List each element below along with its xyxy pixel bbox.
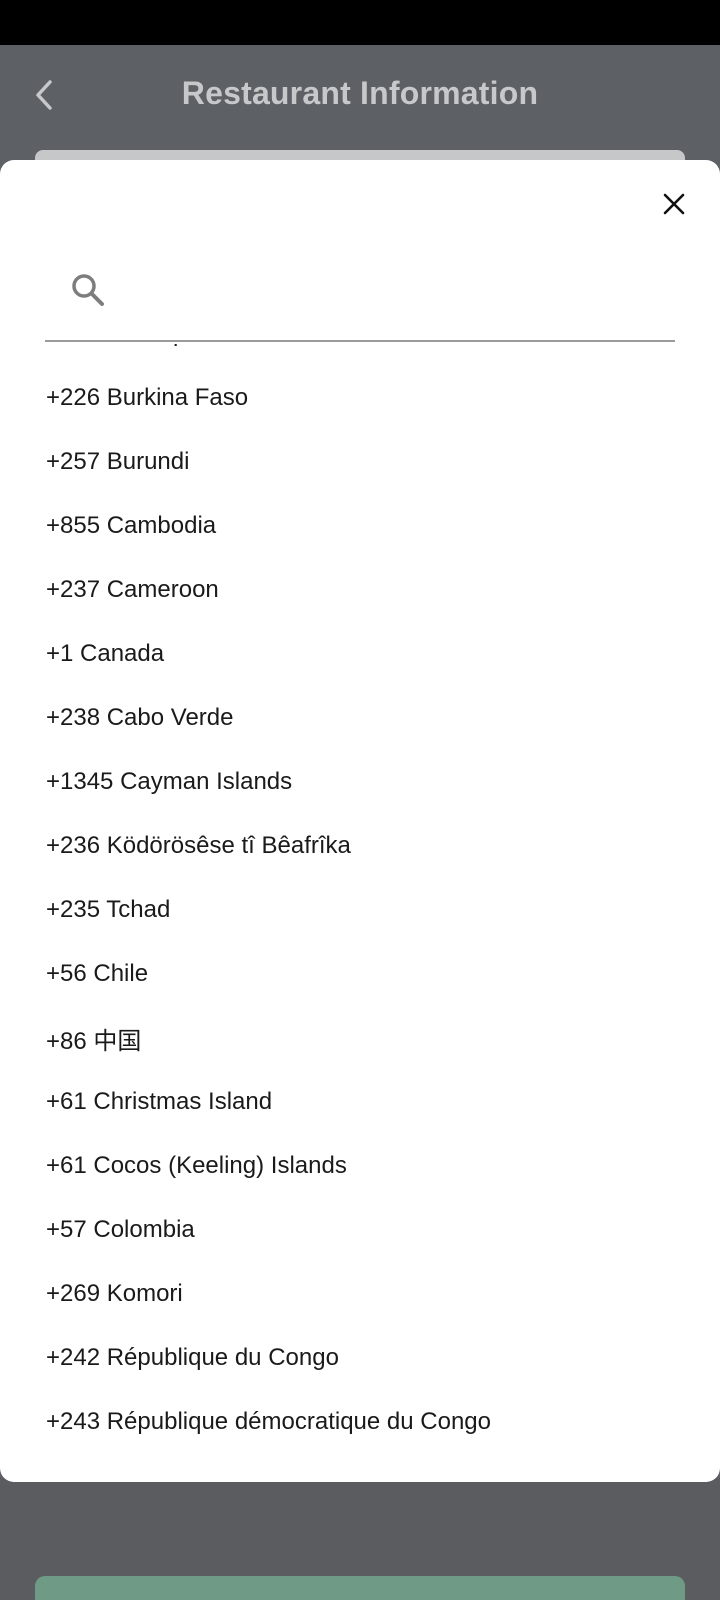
- country-list-item[interactable]: +235 Tchad: [0, 878, 720, 942]
- country-list-item[interactable]: +86 中国: [0, 1006, 720, 1070]
- app-header: Restaurant Information: [0, 45, 720, 155]
- country-list-item[interactable]: +226 Burkina Faso: [0, 366, 720, 430]
- country-list-item[interactable]: +237 Cameroon: [0, 558, 720, 622]
- country-list-item[interactable]: +57 Colombia: [0, 1198, 720, 1262]
- country-list-item[interactable]: +269 Komori: [0, 1262, 720, 1326]
- country-list-item[interactable]: +257 Burundi: [0, 430, 720, 494]
- country-list-item[interactable]: +243 République démocratique du Congo: [0, 1390, 720, 1454]
- country-list-item[interactable]: +61 Christmas Island: [0, 1070, 720, 1134]
- status-bar: [0, 0, 720, 45]
- close-icon: [663, 193, 685, 215]
- country-list-item[interactable]: +56 Chile: [0, 942, 720, 1006]
- country-list-item[interactable]: +236 Ködörösêse tî Bêafrîka: [0, 814, 720, 878]
- search-bar: [45, 260, 675, 342]
- country-list-item[interactable]: +359 България: [0, 344, 720, 366]
- country-list-item[interactable]: +1 Canada: [0, 622, 720, 686]
- country-list[interactable]: +359 България+226 Burkina Faso+257 Burun…: [0, 344, 720, 1482]
- search-input[interactable]: [125, 270, 665, 320]
- country-list-item[interactable]: +242 République du Congo: [0, 1326, 720, 1390]
- background-primary-button: [35, 1576, 685, 1600]
- close-button[interactable]: [654, 184, 694, 224]
- country-code-picker-modal: +359 България+226 Burkina Faso+257 Burun…: [0, 160, 720, 1482]
- country-list-item[interactable]: +61 Cocos (Keeling) Islands: [0, 1134, 720, 1198]
- country-list-item[interactable]: +238 Cabo Verde: [0, 686, 720, 750]
- country-list-content: +359 България+226 Burkina Faso+257 Burun…: [0, 344, 720, 1454]
- page-title: Restaurant Information: [181, 75, 539, 111]
- country-list-item[interactable]: +855 Cambodia: [0, 494, 720, 558]
- screen: Restaurant Information +359 България+226…: [0, 0, 720, 1600]
- search-icon: [70, 272, 110, 312]
- country-list-item[interactable]: +1345 Cayman Islands: [0, 750, 720, 814]
